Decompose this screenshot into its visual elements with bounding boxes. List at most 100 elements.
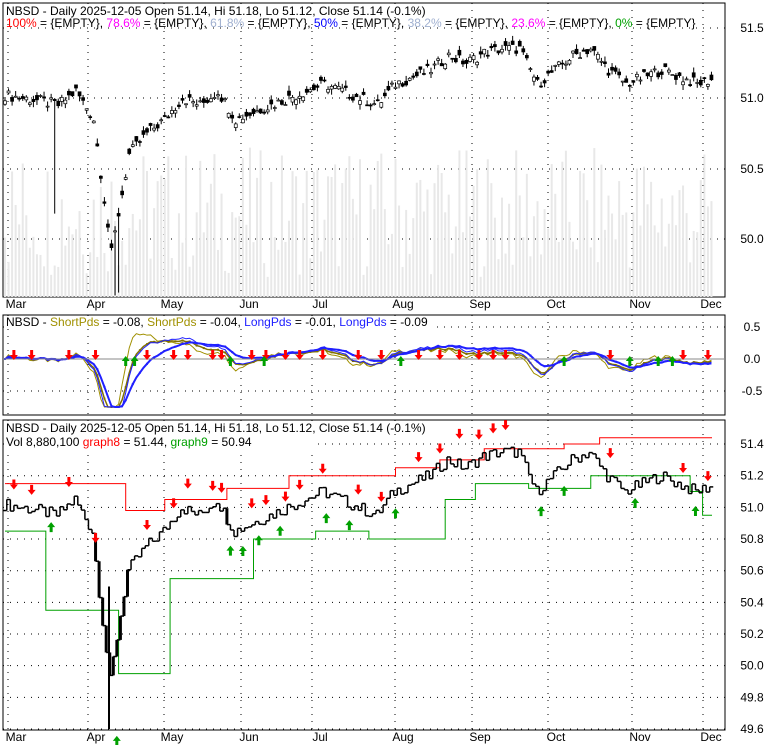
candle-body xyxy=(290,97,295,103)
candle-body xyxy=(123,177,128,180)
price-xtick: May xyxy=(161,297,184,311)
volume-bar xyxy=(163,179,166,297)
price-xtick: Nov xyxy=(629,297,650,311)
volume-bar xyxy=(479,276,482,297)
volume-bar xyxy=(490,183,493,297)
candle-body xyxy=(329,86,334,90)
fib-legend: 100% = {EMPTY}, 78.6% = {EMPTY}, 61.8% =… xyxy=(6,16,695,30)
volume-bar xyxy=(241,157,244,297)
candle-body xyxy=(546,70,551,74)
volume-bar xyxy=(383,209,386,297)
volume-bar xyxy=(351,198,354,297)
volume-bar xyxy=(14,204,17,297)
candle-body xyxy=(585,49,590,55)
volume-bar xyxy=(138,219,141,297)
volume-bar xyxy=(202,232,205,297)
volume-bar xyxy=(525,173,528,297)
oscillator-point xyxy=(572,356,574,359)
candle-body xyxy=(493,44,497,48)
signal-xtick: Apr xyxy=(87,730,106,744)
volume-bar xyxy=(206,202,209,297)
candle-body xyxy=(340,87,345,92)
candle-body xyxy=(684,78,689,81)
candle-body xyxy=(312,84,316,91)
volume-bar xyxy=(46,171,49,297)
volume-bar xyxy=(405,209,408,297)
candle-body xyxy=(166,116,171,119)
candle-body xyxy=(677,72,682,76)
volume-bar xyxy=(103,253,106,297)
oscillator-point xyxy=(508,347,511,350)
candle-body xyxy=(322,79,327,82)
oscillator-point xyxy=(394,354,397,357)
candle-body xyxy=(620,80,625,83)
volume-bar xyxy=(635,168,638,297)
signal-legend-value: = 51.44, xyxy=(120,435,170,449)
oscillator-point xyxy=(295,351,298,354)
oscillator-point xyxy=(422,348,425,351)
volume-bar xyxy=(7,261,10,297)
candle-body xyxy=(180,98,185,101)
oscillator-point xyxy=(515,348,518,351)
volume-bar xyxy=(199,160,202,297)
signal-xtick: Dec xyxy=(700,730,721,744)
candle-body xyxy=(606,72,611,76)
candle-body xyxy=(624,78,629,83)
volume-bar xyxy=(692,230,695,297)
candle-body xyxy=(457,49,462,56)
candle-body xyxy=(691,72,696,78)
candle-body xyxy=(233,123,238,128)
volume-bar xyxy=(550,164,553,297)
candle-body xyxy=(141,130,146,135)
candle-body xyxy=(702,77,707,79)
candle-body xyxy=(496,50,501,54)
candle-body xyxy=(407,77,412,81)
volume-bar xyxy=(53,265,56,297)
volume-bar xyxy=(703,154,706,297)
candle-body xyxy=(223,98,227,101)
candle-body xyxy=(532,76,536,82)
oscillator-point xyxy=(259,356,262,359)
oscillator-point xyxy=(465,347,468,350)
candle-body xyxy=(109,243,114,248)
volume-bar xyxy=(192,255,195,297)
volume-bar xyxy=(174,269,177,297)
candle-body xyxy=(201,98,206,103)
volume-bar xyxy=(398,205,401,297)
volume-bar xyxy=(561,161,564,297)
volume-bar xyxy=(486,159,489,297)
volume-bar xyxy=(696,232,699,297)
volume-bar xyxy=(529,256,532,297)
candle-body xyxy=(258,108,263,114)
volume-bar xyxy=(248,147,251,297)
volume-bar xyxy=(682,185,685,297)
signal-xtick: Sep xyxy=(469,730,491,744)
signal-legend-label: graph8 xyxy=(83,435,121,449)
volume-bar xyxy=(501,197,503,297)
signal-ytick: 51.4 xyxy=(740,437,764,451)
volume-bar xyxy=(387,244,390,297)
oscillator-point xyxy=(586,353,589,356)
candle-body xyxy=(659,71,664,75)
candle-body xyxy=(695,82,700,84)
volume-bar xyxy=(579,170,582,297)
price-xtick: Dec xyxy=(700,297,721,311)
volume-bar xyxy=(89,252,92,297)
volume-bar xyxy=(195,212,198,297)
candle-body xyxy=(95,143,100,147)
volume-bar xyxy=(71,234,74,297)
volume-bar xyxy=(444,212,447,297)
fib-value: = {EMPTY} xyxy=(632,16,695,30)
candle-body xyxy=(35,95,39,101)
volume-bar xyxy=(437,164,440,297)
volume-bar xyxy=(167,156,170,297)
volume-bar xyxy=(447,194,450,297)
fib-value: = {EMPTY}, xyxy=(244,16,314,30)
volume-bar xyxy=(188,266,191,297)
signal-xtick: Nov xyxy=(629,730,650,744)
candle-body xyxy=(485,54,490,57)
oscillator-point xyxy=(529,354,532,357)
volume-bar xyxy=(135,230,138,297)
oscillator-point xyxy=(224,351,227,354)
volume-bar xyxy=(497,259,500,297)
